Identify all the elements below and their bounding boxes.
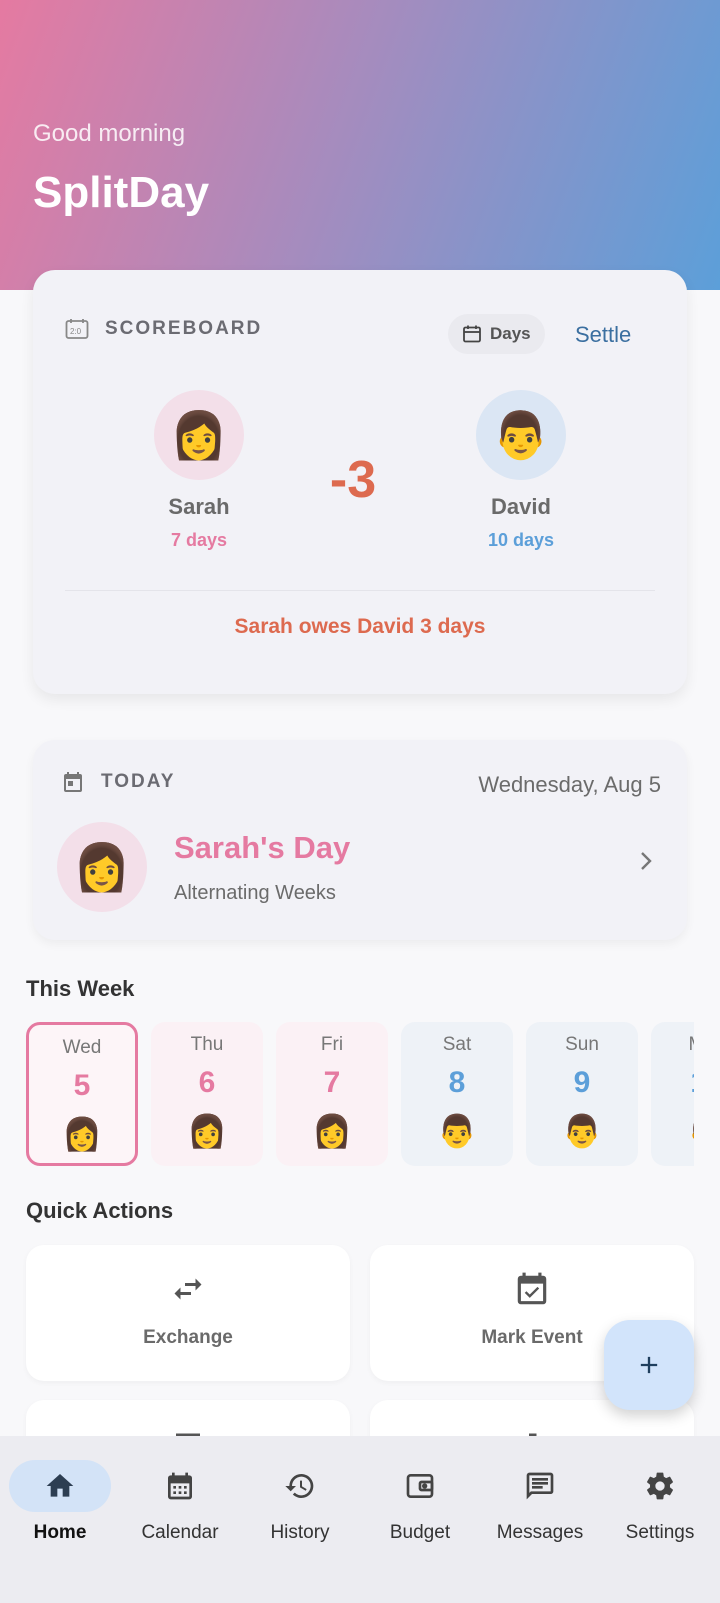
nav-messages[interactable]: Messages <box>480 1460 600 1544</box>
avatar-sarah: 👩 <box>154 390 244 480</box>
quick-actions-title: Quick Actions <box>26 1198 174 1223</box>
unit-toggle[interactable]: Days <box>448 314 545 354</box>
day-card[interactable]: Mon 10 👨 <box>651 1022 694 1166</box>
score-difference: -3 <box>329 451 377 509</box>
swap-icon <box>174 1278 202 1300</box>
nav-history[interactable]: History <box>240 1460 360 1544</box>
message-icon <box>526 1472 554 1500</box>
wallet-icon <box>406 1474 434 1498</box>
person-name-david: David <box>491 494 551 519</box>
today-card[interactable]: TODAY Wednesday, Aug 5 👩 Sarah's Day Alt… <box>33 740 687 940</box>
exchange-label: Exchange <box>143 1327 233 1348</box>
day-card[interactable]: Fri 7 👩 <box>276 1022 388 1166</box>
nav-budget[interactable]: Budget <box>360 1460 480 1544</box>
scoreboard-header: 2:0 SCOREBOARD <box>65 318 262 340</box>
scoreboard-title: SCOREBOARD <box>105 318 263 339</box>
day-card[interactable]: Wed 5 👩 <box>26 1022 138 1166</box>
week-strip[interactable]: Wed 5 👩 Thu 6 👩 Fri 7 👩 Sat 8 👨 Sun 9 👨 … <box>26 1022 694 1167</box>
header-banner: Good morning SplitDay <box>0 0 720 290</box>
gear-icon <box>647 1472 673 1500</box>
day-card[interactable]: Thu 6 👩 <box>151 1022 263 1166</box>
nav-settings[interactable]: Settings <box>600 1460 720 1544</box>
day-card[interactable]: Sat 8 👨 <box>401 1022 513 1166</box>
avatar-david: 👨 <box>476 390 566 480</box>
unit-toggle-label: Days <box>490 324 531 343</box>
home-icon <box>46 1474 74 1497</box>
person-name-sarah: Sarah <box>168 494 230 519</box>
today-schedule: Alternating Weeks <box>174 882 336 904</box>
today-title: TODAY <box>101 771 176 792</box>
scoreboard-card: 2:0 SCOREBOARD Days Settle 👩 Sarah 7 day… <box>33 270 687 694</box>
today-header: TODAY <box>61 770 175 794</box>
balance-summary: Sarah owes David 3 days <box>234 615 486 638</box>
today-avatar: 👩 <box>57 822 147 912</box>
today-parent-name: Sarah's Day <box>174 830 351 865</box>
event-check-icon <box>517 1272 547 1305</box>
person-days-david: 10 days <box>487 530 555 550</box>
app-title: SplitDay <box>33 168 210 217</box>
calendar-icon <box>64 772 82 792</box>
add-button[interactable] <box>604 1320 694 1410</box>
nav-calendar[interactable]: Calendar <box>120 1460 240 1544</box>
settle-button[interactable]: Settle <box>575 322 631 348</box>
divider <box>65 590 655 591</box>
this-week-title: This Week <box>26 976 135 1001</box>
today-date: Wednesday, Aug 5 <box>478 772 661 797</box>
person-days-sarah: 7 days <box>170 530 228 550</box>
nav-home[interactable]: Home <box>0 1460 120 1544</box>
bottom-navigation: Home Calendar History Budget Messages Se… <box>0 1436 720 1603</box>
exchange-button[interactable]: Exchange <box>26 1245 350 1381</box>
chevron-right-icon <box>641 852 652 870</box>
day-card[interactable]: Sun 9 👨 <box>526 1022 638 1166</box>
plus-icon <box>640 1356 658 1374</box>
calendar-icon <box>168 1472 192 1500</box>
history-icon <box>285 1474 314 1498</box>
greeting: Good morning <box>33 120 186 147</box>
svg-text:2:0: 2:0 <box>70 327 82 336</box>
scoreboard-icon: 2:0 <box>65 319 89 339</box>
calendar-icon <box>463 325 481 343</box>
